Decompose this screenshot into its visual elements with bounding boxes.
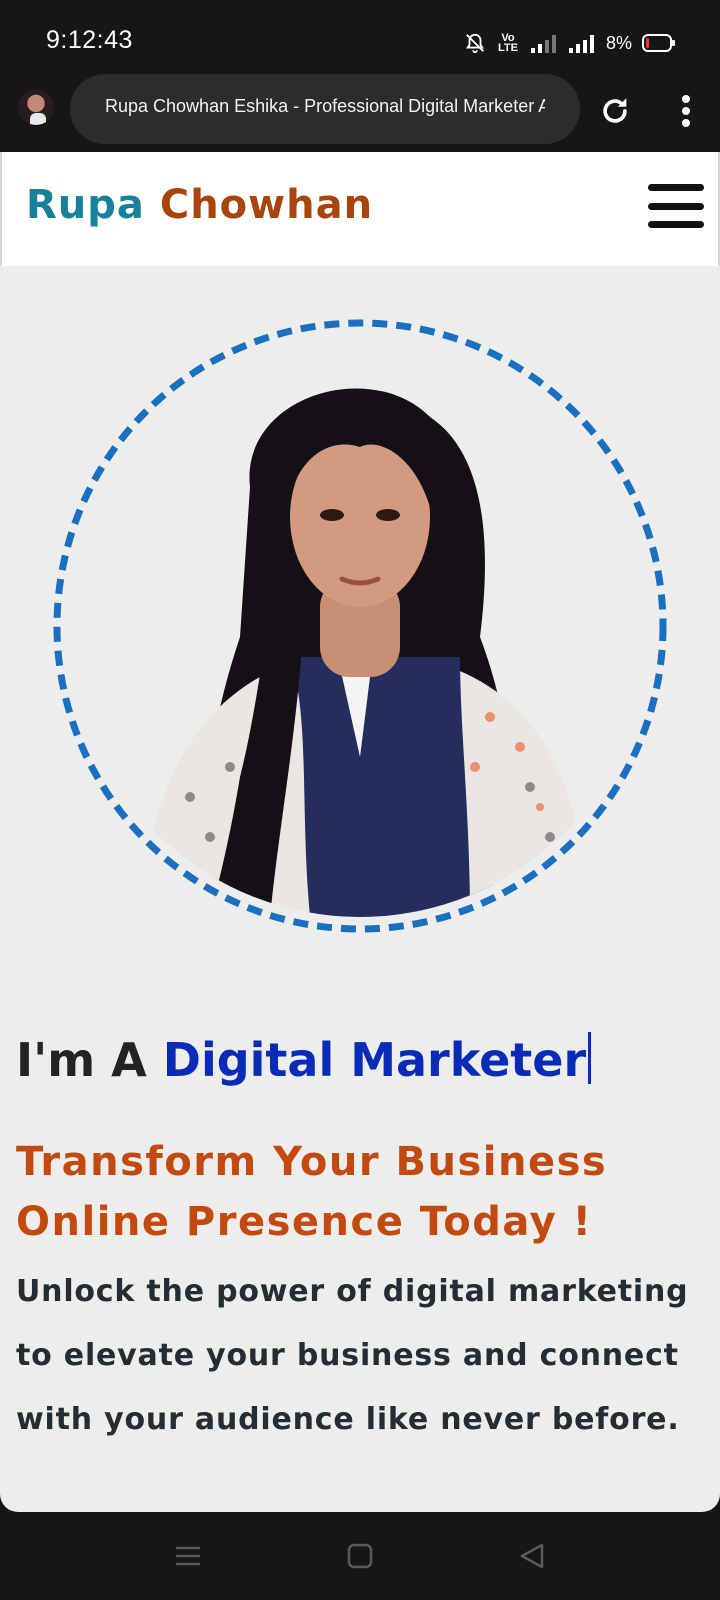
browser-toolbar: Rupa Chowhan Eshika - Professional Digit… [0, 74, 720, 152]
headline-prefix: I'm A [16, 1033, 147, 1087]
tagline-line: Transform Your Business [16, 1139, 608, 1185]
bell-off-icon [464, 32, 486, 54]
reload-button[interactable] [594, 90, 636, 132]
battery-percent: 8% [605, 32, 632, 53]
hero-headline: I'm A Digital Marketer [16, 1032, 592, 1087]
tagline-line: Online Presence Today ! [16, 1199, 593, 1245]
more-options-button[interactable] [668, 90, 704, 132]
back-triangle-icon [520, 1543, 544, 1569]
hamburger-menu-button[interactable] [648, 184, 704, 228]
hamburger-line [648, 221, 704, 228]
hamburger-line [648, 184, 704, 191]
web-page: Rupa Chowhan I'm A Digital Marketer Tran… [0, 152, 720, 1512]
hero-description: Unlock the power of digital marketing to… [16, 1260, 706, 1452]
hamburger-line [648, 202, 704, 210]
status-bar: 9:12:43 Vo LTE 8% [0, 0, 720, 78]
volte-icon: Vo LTE [498, 32, 518, 54]
site-favicon[interactable] [18, 89, 54, 125]
status-time: 9:12:43 [46, 26, 133, 54]
more-vert-icon [682, 95, 690, 127]
menu-icon [176, 1546, 200, 1566]
brand-first-name: Rupa [26, 182, 145, 228]
url-bar[interactable]: Rupa Chowhan Eshika - Professional Digit… [70, 74, 580, 144]
home-button[interactable] [340, 1536, 380, 1576]
brand-last-name: Chowhan [159, 182, 374, 228]
signal-weak-icon [530, 32, 558, 54]
system-nav-bar [0, 1512, 720, 1600]
signal-icon [568, 32, 596, 54]
hero-tagline: Transform Your Business Online Presence … [16, 1132, 696, 1252]
reload-icon [603, 98, 627, 123]
recents-button[interactable] [168, 1536, 208, 1576]
battery-low-icon [642, 33, 676, 53]
description-line: Unlock the power of digital marketing [16, 1274, 689, 1309]
headline-role: Digital Marketer [162, 1033, 587, 1087]
site-header: Rupa Chowhan [0, 152, 720, 266]
profile-photo [70, 337, 650, 917]
site-logo[interactable]: Rupa Chowhan [26, 182, 373, 228]
status-icons: Vo LTE 8% [464, 28, 676, 58]
page-title-in-url-bar: Rupa Chowhan Eshika - Professional Digit… [105, 96, 545, 116]
description-line: to elevate your business and connect [16, 1338, 679, 1373]
back-button[interactable] [512, 1536, 552, 1576]
typing-caret [588, 1032, 592, 1084]
home-square-icon [347, 1543, 373, 1569]
description-line: with your audience like never before. [16, 1402, 680, 1437]
